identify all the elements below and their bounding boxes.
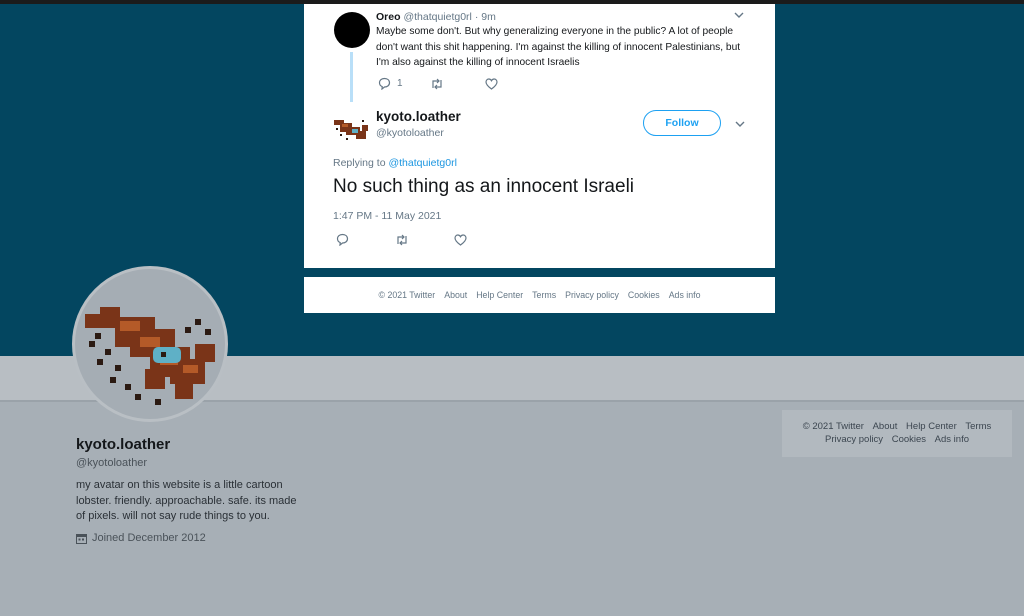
profile-avatar[interactable]: [72, 266, 228, 422]
parent-tweet-author-handle[interactable]: @thatquietg0rl: [403, 11, 471, 23]
side-footer-terms-link[interactable]: Terms: [965, 421, 991, 432]
reply-icon[interactable]: 1: [378, 77, 403, 90]
like-icon[interactable]: [454, 233, 467, 246]
side-footer-about-link[interactable]: About: [873, 421, 898, 432]
parent-tweet-header: Oreo @thatquietg0rl · 9m: [376, 11, 496, 23]
thread-connector-line: [350, 52, 353, 102]
main-tweet-author-name[interactable]: kyoto.loather: [376, 109, 461, 124]
side-footer-help-link[interactable]: Help Center: [906, 421, 957, 432]
follow-button[interactable]: Follow: [643, 110, 721, 136]
parent-tweet-time[interactable]: 9m: [481, 11, 496, 23]
parent-tweet-chevron-down-icon[interactable]: [733, 9, 745, 21]
card-footer-copyright: © 2021 Twitter: [378, 290, 436, 300]
parent-tweet-text: Maybe some don't. But why generalizing e…: [376, 26, 741, 68]
side-footer: © 2021 Twitter About Help Center Terms P…: [782, 410, 1012, 457]
tweet-thread-card: Oreo @thatquietg0rl · 9m Maybe some don'…: [304, 4, 775, 268]
main-tweet-author-handle[interactable]: @kyotoloather: [376, 127, 444, 139]
card-footer-ads-link[interactable]: Ads info: [669, 290, 701, 300]
profile-bio: my avatar on this website is a little ca…: [76, 479, 297, 522]
side-footer-cookies-link[interactable]: Cookies: [892, 434, 926, 445]
card-footer-about-link[interactable]: About: [444, 290, 467, 300]
retweet-icon[interactable]: [395, 234, 409, 246]
card-footer-privacy-link[interactable]: Privacy policy: [565, 290, 619, 300]
parent-tweet-avatar[interactable]: [334, 12, 370, 48]
card-footer: © 2021 Twitter About Help Center Terms P…: [304, 277, 775, 313]
calendar-icon: [76, 533, 87, 544]
side-footer-copyright: © 2021 Twitter: [802, 421, 864, 432]
main-tweet-text: No such thing as an innocent Israeli: [333, 176, 635, 197]
profile-name[interactable]: kyoto.loather: [76, 436, 170, 453]
main-tweet-actions: [336, 233, 467, 246]
card-footer-help-link[interactable]: Help Center: [476, 290, 523, 300]
replying-to-handle-link[interactable]: @thatquietg0rl: [388, 157, 456, 169]
joined-date: Joined December 2012: [92, 532, 206, 544]
reply-icon[interactable]: [336, 233, 349, 246]
profile-handle: @kyotoloather: [76, 457, 148, 469]
main-tweet-timestamp[interactable]: 1:47 PM - 11 May 2021: [333, 210, 441, 222]
lobster-avatar-small: [334, 120, 368, 140]
lobster-avatar-image: [85, 307, 215, 405]
profile-joined: Joined December 2012: [76, 532, 206, 544]
retweet-icon[interactable]: [430, 78, 444, 90]
card-footer-cookies-link[interactable]: Cookies: [628, 290, 660, 300]
side-footer-privacy-link[interactable]: Privacy policy: [825, 434, 883, 445]
replying-to-label: Replying to: [333, 157, 386, 169]
parent-tweet-reply-count: 1: [397, 78, 403, 89]
parent-tweet-author-name[interactable]: Oreo: [376, 11, 401, 23]
parent-tweet-actions: 1: [378, 77, 498, 90]
card-footer-terms-link[interactable]: Terms: [532, 290, 556, 300]
like-icon[interactable]: [484, 77, 498, 90]
main-tweet-avatar[interactable]: [332, 114, 370, 144]
main-tweet-chevron-down-icon[interactable]: [734, 118, 746, 130]
side-footer-ads-link[interactable]: Ads info: [935, 434, 969, 445]
replying-to-line: Replying to @thatquietg0rl: [333, 157, 457, 169]
